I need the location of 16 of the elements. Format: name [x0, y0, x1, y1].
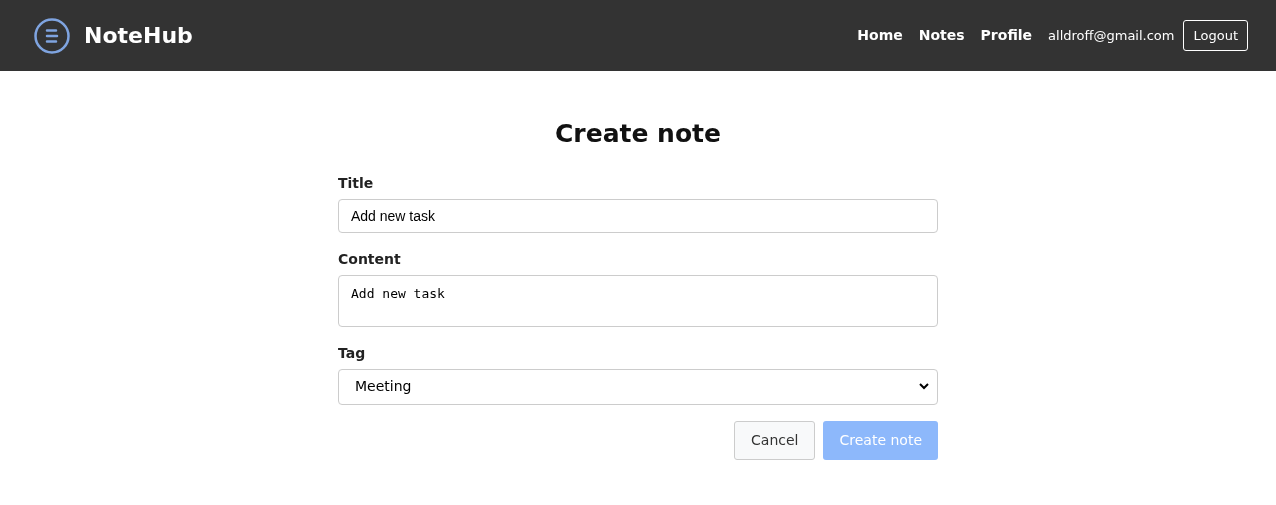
chevron-down-icon: [919, 383, 929, 390]
field-label: Content: [338, 249, 401, 269]
content-field[interactable]: Add new task: [338, 274, 938, 327]
nav-link[interactable]: Profile: [980, 25, 1033, 46]
nav-link[interactable]: Home: [857, 25, 903, 46]
logo-icon: [34, 17, 70, 54]
logout-button[interactable]: Logout: [1183, 20, 1248, 51]
tag-select[interactable]: Meeting: [338, 368, 938, 405]
cancel-button[interactable]: Cancel: [734, 420, 816, 460]
title-field[interactable]: Add new task: [338, 198, 938, 233]
page-heading: Create note: [554, 118, 722, 150]
nav-link[interactable]: Notes: [918, 25, 965, 46]
brand-name: NoteHub: [84, 22, 193, 50]
field-label: Tag: [338, 343, 366, 363]
user-email: alldroff@gmail.com: [1048, 26, 1175, 45]
field-label: Title: [338, 173, 374, 193]
